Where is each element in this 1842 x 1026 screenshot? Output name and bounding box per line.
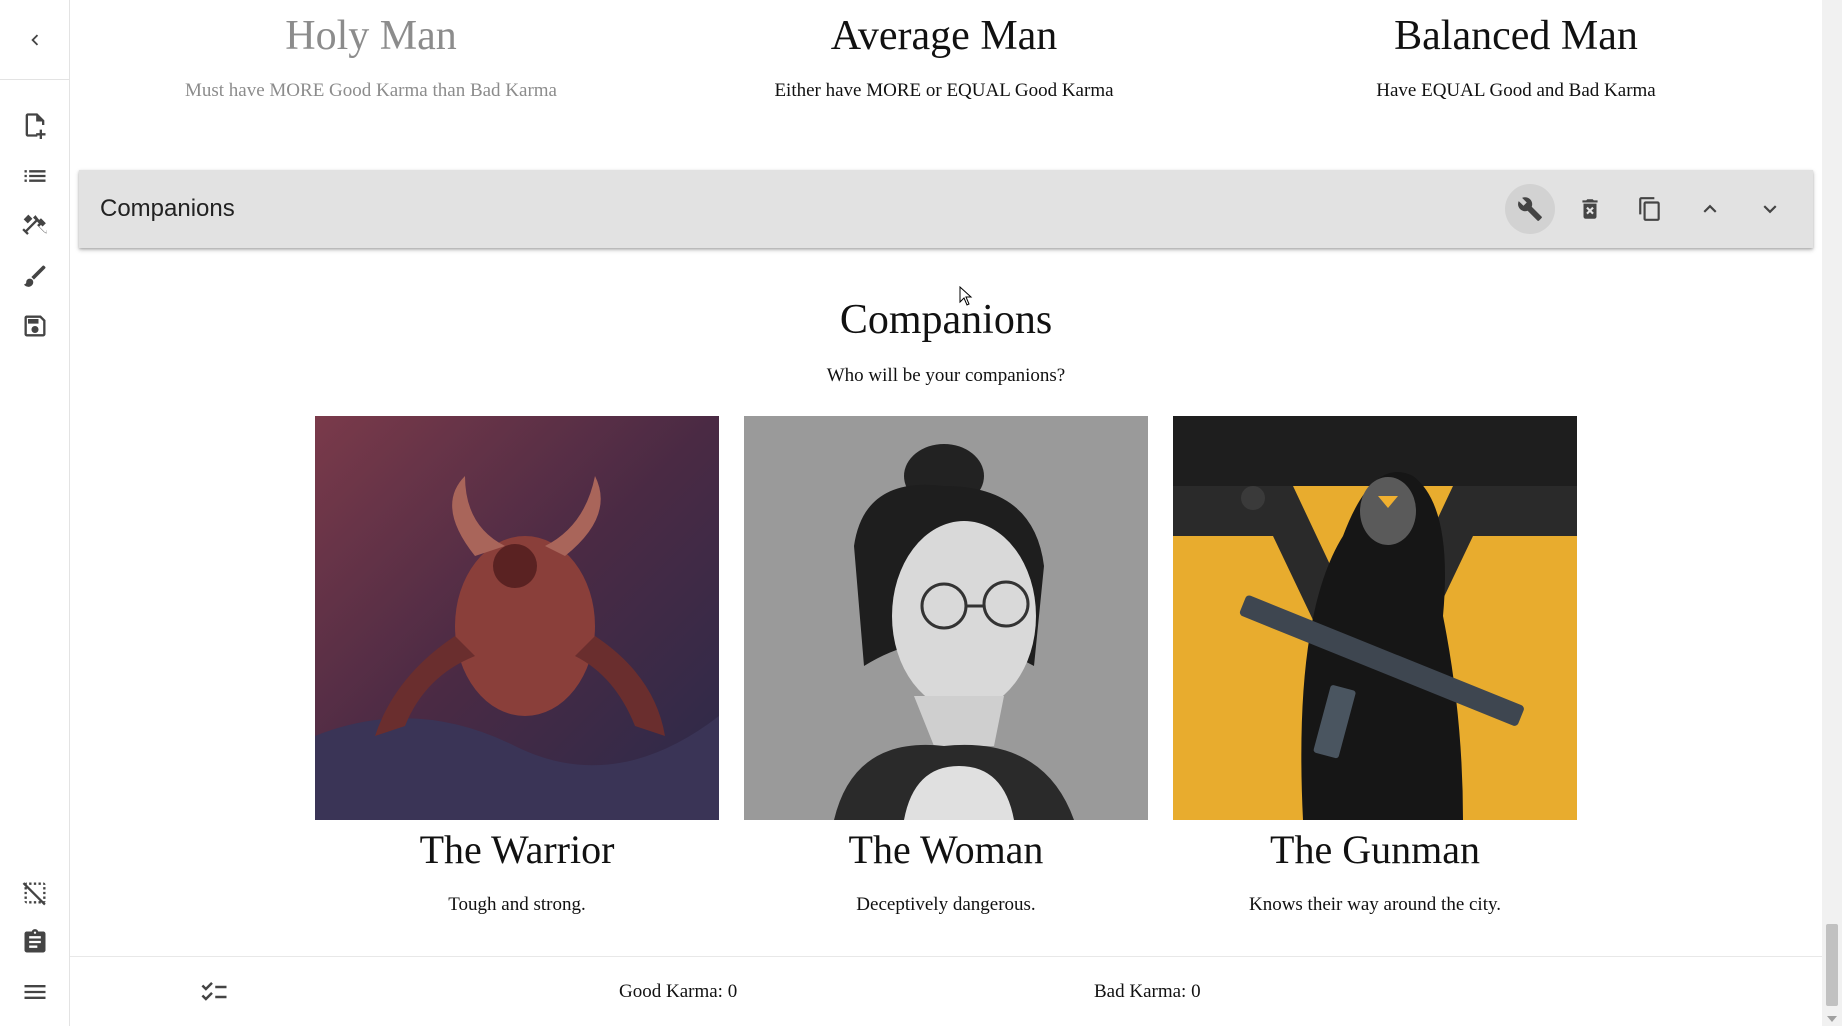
chevron-up-icon [1703, 204, 1717, 213]
main-content: Holy Man Must have MORE Good Karma than … [70, 0, 1822, 956]
show-choices-button[interactable] [194, 973, 234, 1011]
section-description: Who will be your companions? [826, 365, 1066, 386]
tools-icon [22, 214, 47, 235]
chevron-down-icon [1763, 205, 1777, 214]
choice-title: Average Man [830, 13, 1058, 59]
choice-desc: Either have MORE or EQUAL Good Karma [774, 80, 1114, 101]
scrollbar-thumb[interactable] [1826, 924, 1838, 1006]
wrench-icon [1518, 197, 1542, 221]
choice-holy-man[interactable]: Holy Man Must have MORE Good Karma than … [85, 10, 657, 102]
checklist-icon [201, 982, 227, 1001]
list-icon [24, 170, 46, 182]
menu-icon [24, 985, 46, 999]
left-sidebar [0, 0, 70, 1026]
section-title: Companions [839, 297, 1053, 343]
card-title: The Woman [848, 827, 1044, 872]
features-button[interactable] [15, 206, 55, 246]
good-karma-points: Good Karma: 0 [619, 981, 738, 1002]
card-title: The Gunman [1270, 827, 1480, 872]
clipboard-icon [24, 929, 46, 953]
choice-card-gunman[interactable]: The Gunman Knows their way around the ci… [1173, 416, 1577, 916]
points-bar: Good Karma: 0 Bad Karma: 0 [70, 956, 1822, 1026]
choice-title: Holy Man [285, 13, 457, 59]
warrior-image[interactable] [315, 416, 719, 820]
row-editor-title: Companions [100, 195, 235, 222]
copy-row-button[interactable] [1625, 184, 1675, 234]
design-button[interactable] [15, 256, 55, 296]
vertical-scrollbar[interactable] [1822, 0, 1842, 1026]
back-icon [31, 34, 39, 45]
clipboard-button[interactable] [15, 922, 55, 962]
new-file-icon [25, 113, 46, 139]
choice-desc: Must have MORE Good Karma than Bad Karma [184, 80, 557, 101]
bad-karma-points: Bad Karma: 0 [1094, 981, 1201, 1002]
card-title: The Warrior [419, 827, 615, 872]
brush-icon [23, 265, 46, 287]
row-tools [1495, 184, 1795, 234]
save-icon [24, 315, 46, 337]
scroll-down-arrow-icon[interactable] [1827, 1016, 1837, 1022]
choice-card-woman[interactable]: The Woman Deceptively dangerous. [744, 416, 1148, 916]
choice-balanced-man[interactable]: Balanced Man Have EQUAL Good and Bad Kar… [1230, 10, 1802, 102]
copy-icon [1639, 197, 1660, 221]
edit-row-button[interactable] [1505, 184, 1555, 234]
rows-list-button[interactable] [15, 156, 55, 196]
move-row-up-button[interactable] [1685, 184, 1735, 234]
choice-card-warrior[interactable]: The Warrior Tough and strong. [315, 416, 719, 916]
move-row-down-button[interactable] [1745, 184, 1795, 234]
card-desc: Tough and strong. [448, 894, 586, 915]
row-editor-bar: Companions [79, 170, 1813, 248]
card-desc: Knows their way around the city. [1248, 894, 1502, 915]
toggle-selection-button[interactable] [15, 873, 55, 913]
choice-title: Balanced Man [1394, 13, 1638, 59]
mouse-cursor-icon [959, 286, 973, 306]
main-menu-button[interactable] [15, 972, 55, 1012]
choice-desc: Have EQUAL Good and Bad Karma [1376, 80, 1656, 101]
save-button[interactable] [15, 306, 55, 346]
back-button[interactable] [0, 0, 70, 80]
selection-off-icon [22, 882, 46, 906]
delete-row-button[interactable] [1565, 184, 1615, 234]
previous-row: Holy Man Must have MORE Good Karma than … [70, 0, 1822, 140]
new-project-button[interactable] [15, 105, 55, 145]
woman-image[interactable] [744, 416, 1148, 820]
card-desc: Deceptively dangerous. [856, 894, 1036, 915]
choice-average-man[interactable]: Average Man Either have MORE or EQUAL Go… [658, 10, 1230, 102]
delete-icon [1582, 199, 1598, 219]
gunman-image[interactable] [1173, 416, 1577, 820]
